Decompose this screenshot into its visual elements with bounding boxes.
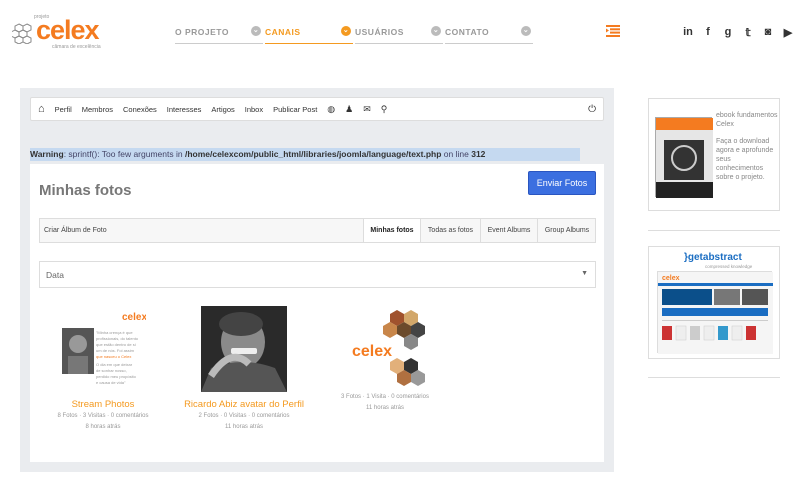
nav-item-canais[interactable]: CANAIS ⌄ xyxy=(265,26,353,44)
svg-text:um de nós. Foi assim: um de nós. Foi assim xyxy=(96,348,135,353)
toolbar-item-membros[interactable]: Membros xyxy=(77,105,118,114)
svg-text:e causa de vida": e causa de vida" xyxy=(96,380,126,385)
youtube-icon[interactable]: ▶ xyxy=(782,26,794,39)
getabstract-tagline: compressed knowledge xyxy=(705,264,753,269)
ebook-title: ebook fundamentos Celex xyxy=(716,112,778,128)
main-nav: O PROJETO ⌄ CANAIS ⌄ USUÁRIOS ⌄ CONTATO … xyxy=(175,26,535,44)
toolbar-item-perfil[interactable]: Perfil xyxy=(50,105,77,114)
globe-icon[interactable]: ◍ xyxy=(322,104,340,115)
album-title[interactable]: Stream Photos xyxy=(33,399,173,410)
svg-text:perdido meu propósito: perdido meu propósito xyxy=(96,374,137,379)
sort-select-value: Data xyxy=(46,270,64,280)
facebook-icon[interactable]: f xyxy=(702,26,714,39)
svg-text:O dia em que deixar: O dia em que deixar xyxy=(96,362,133,367)
ebook-cover-image xyxy=(655,117,713,198)
svg-text:que nasceu o Celex: que nasceu o Celex xyxy=(96,354,131,359)
warning-label: Warning xyxy=(30,149,64,159)
celex-hexagon-image: celex xyxy=(342,306,428,392)
nav-label: CANAIS xyxy=(265,27,301,37)
album-meta: 8 Fotos · 3 Visitas · 0 comentários xyxy=(57,413,149,419)
menu-toggle-icon[interactable] xyxy=(606,25,620,37)
album-title[interactable]: Ricardo Abiz avatar do Perfil xyxy=(174,399,314,410)
tab-minhas-fotos[interactable]: Minhas fotos xyxy=(363,219,420,242)
nav-item-usuarios[interactable]: USUÁRIOS ⌄ xyxy=(355,26,443,44)
album-meta: 3 Fotos · 1 Visita · 0 comentários xyxy=(341,394,429,400)
getabstract-banner[interactable]: }getabstract compressed knowledge celex xyxy=(648,246,780,359)
album-time: 8 horas atrás xyxy=(85,424,121,430)
svg-text:profissionais, do talento: profissionais, do talento xyxy=(96,336,139,341)
chevron-down-icon: ⌄ xyxy=(251,26,261,36)
album-thumbnail[interactable] xyxy=(201,306,287,392)
getabstract-screenshot: celex xyxy=(657,271,773,354)
toolbar-item-inbox[interactable]: Inbox xyxy=(240,105,268,114)
twitter-icon[interactable]: 𝕥 xyxy=(742,26,754,39)
nav-item-contato[interactable]: CONTATO ⌄ xyxy=(445,26,533,44)
upload-photos-button[interactable]: Enviar Fotos xyxy=(528,171,596,195)
home-icon[interactable]: ⌂ xyxy=(31,103,50,115)
album-time: 11 horas atrás xyxy=(366,405,404,411)
getabstract-logo: }getabstract xyxy=(684,252,742,263)
social-links: in f g 𝕥 ◙ ▶ xyxy=(682,26,794,39)
svg-text:de sonhar nosso,: de sonhar nosso, xyxy=(96,368,127,373)
toolbar-item-publicar-post[interactable]: Publicar Post xyxy=(268,105,322,114)
svg-text:que estão dentro de si: que estão dentro de si xyxy=(96,342,136,347)
album-card[interactable]: celex "Minha crença é que profissionais,… xyxy=(33,306,173,430)
user-add-icon[interactable]: ♟ xyxy=(340,104,358,115)
album-thumbnail[interactable]: celex xyxy=(342,306,428,392)
chevron-down-icon: ⌄ xyxy=(521,26,531,36)
warning-online: on line xyxy=(441,149,472,159)
ebook-banner[interactable]: ebook fundamentos Celex Faça o download … xyxy=(648,98,780,211)
caret-down-icon: ▼ xyxy=(581,270,588,277)
tab-group-albums[interactable]: Group Albums xyxy=(537,219,596,242)
tab-todas-as-fotos[interactable]: Todas as fotos xyxy=(420,219,480,242)
album-meta: 2 Fotos · 0 Visitas · 0 comentários xyxy=(198,413,290,419)
toolbar-item-conexoes[interactable]: Conexões xyxy=(118,105,162,114)
logo-tagline: câmara de excelência xyxy=(52,44,101,50)
php-warning: Warning: sprintf(): Too few arguments in… xyxy=(30,148,580,161)
svg-text:celex: celex xyxy=(662,275,680,282)
mail-icon[interactable]: ✉ xyxy=(358,104,376,115)
album-cover-logo: celex xyxy=(352,343,392,360)
warning-path: /home/celexcom/public_html/libraries/joo… xyxy=(184,149,442,159)
linkedin-icon[interactable]: in xyxy=(682,26,694,39)
chevron-down-icon: ⌄ xyxy=(341,26,351,36)
photo-tabs: Criar Álbum de Foto Minhas fotos Todas a… xyxy=(39,218,596,243)
tab-event-albums[interactable]: Event Albums xyxy=(480,219,537,242)
page-title: Minhas fotos xyxy=(39,182,132,199)
warning-line: 312 xyxy=(471,149,486,159)
album-time: 11 horas atrás xyxy=(225,424,263,430)
power-icon[interactable]: ⏻ xyxy=(588,104,603,115)
create-album-link[interactable]: Criar Álbum de Foto xyxy=(44,227,107,234)
profile-toolbar: ⌂ Perfil Membros Conexões Interesses Art… xyxy=(30,97,604,121)
logo-brand-text: celex xyxy=(36,15,100,45)
google-plus-icon[interactable]: g xyxy=(722,26,734,39)
album-card[interactable]: celex 3 Fotos · 1 Visita · 0 comentários… xyxy=(315,306,455,411)
ebook-text: ebook fundamentos Celex Faça o download … xyxy=(716,111,778,182)
svg-text:"Minha crença é que: "Minha crença é que xyxy=(96,330,133,335)
chevron-down-icon: ⌄ xyxy=(431,26,441,36)
album-cover-logo: celex xyxy=(122,312,146,323)
sidebar-divider xyxy=(648,230,780,231)
ebook-body: Faça o download agora e aprofunde seus c… xyxy=(716,138,774,181)
toolbar-item-interesses[interactable]: Interesses xyxy=(162,105,207,114)
album-thumbnail[interactable]: celex "Minha crença é que profissionais,… xyxy=(60,306,146,392)
site-logo[interactable]: projeto celex câmara de excelência xyxy=(12,14,112,50)
toolbar-item-artigos[interactable]: Artigos xyxy=(206,105,239,114)
instagram-icon[interactable]: ◙ xyxy=(762,26,774,39)
sidebar-divider xyxy=(648,377,780,378)
sort-select[interactable]: Data ▼ xyxy=(39,261,596,288)
album-cover-image: celex "Minha crença é que profissionais,… xyxy=(60,306,146,392)
nav-label: USUÁRIOS xyxy=(355,27,404,37)
nav-item-o-projeto[interactable]: O PROJETO ⌄ xyxy=(175,26,263,44)
warning-message: : sprintf(): Too few arguments in xyxy=(63,149,185,159)
hexagon-logo-icon xyxy=(12,23,32,44)
photos-content: Minhas fotos Enviar Fotos Criar Álbum de… xyxy=(30,164,604,462)
search-icon[interactable]: ⚲ xyxy=(376,104,393,115)
album-card[interactable]: Ricardo Abiz avatar do Perfil 2 Fotos · … xyxy=(174,306,314,430)
profile-avatar-image xyxy=(201,306,287,392)
site-header: projeto celex câmara de excelência O PRO… xyxy=(0,0,800,60)
nav-label: CONTATO xyxy=(445,27,490,37)
nav-label: O PROJETO xyxy=(175,27,229,37)
